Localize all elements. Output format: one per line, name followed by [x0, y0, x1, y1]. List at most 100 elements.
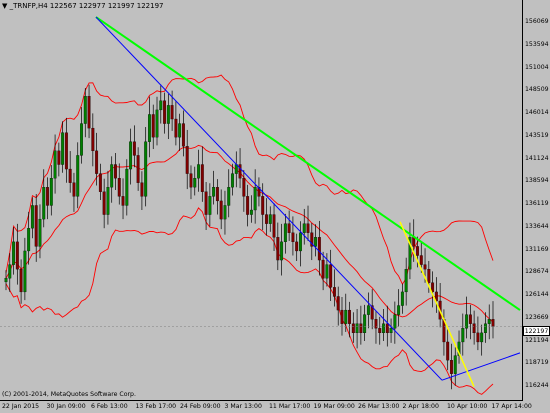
candle-body — [212, 187, 216, 197]
candle-body — [215, 187, 219, 202]
candle-body — [110, 164, 114, 188]
candle-body — [483, 323, 487, 334]
lower-band-line — [5, 207, 494, 395]
candle-body — [317, 237, 321, 261]
candle-body — [412, 237, 416, 247]
candle-body — [329, 264, 333, 288]
x-tick-label: 6 Feb 13:00 — [91, 403, 128, 410]
candle-body — [291, 232, 295, 243]
x-tick-label: 10 Apr 10:00 — [447, 403, 488, 410]
y-tick-label: 146014 — [525, 109, 549, 116]
candle-body — [223, 205, 227, 220]
candle-body — [61, 132, 65, 165]
price-chart[interactable] — [0, 0, 523, 401]
candle-body — [34, 205, 38, 247]
candle-body — [42, 187, 46, 220]
candle-body — [340, 309, 344, 324]
y-tick-label: 133644 — [525, 222, 549, 230]
candle-body — [272, 214, 276, 238]
candle-body — [200, 164, 204, 192]
candle-body — [287, 223, 291, 233]
candle-body — [416, 246, 419, 256]
candle-body — [64, 132, 68, 170]
candle-body — [27, 228, 31, 252]
candle-body — [121, 196, 125, 206]
candle-body — [378, 328, 382, 334]
candle-body — [302, 223, 306, 233]
candle-body — [68, 168, 72, 183]
y-tick-label: 116244 — [525, 382, 549, 389]
candle-body — [174, 118, 178, 138]
x-tick-label: 19 Mar 09:00 — [313, 403, 355, 410]
y-tick-label: 141124 — [525, 154, 549, 162]
candle-body — [49, 178, 53, 206]
candle-body — [178, 123, 182, 138]
y-tick-label: 128674 — [525, 268, 549, 276]
candle-body — [355, 323, 359, 334]
current-price-label: 122197 — [523, 326, 550, 336]
y-tick-label: 148509 — [525, 86, 549, 94]
x-tick-label: 22 Jan 2015 — [2, 403, 40, 410]
candle-body — [476, 332, 480, 343]
x-tick-label: 24 Feb 09:00 — [180, 403, 221, 410]
candle-body — [389, 328, 393, 334]
candle-body — [242, 178, 246, 197]
candle-body — [159, 100, 163, 111]
candle-body — [325, 264, 329, 279]
candle-body — [83, 96, 87, 124]
candle-body — [385, 323, 389, 334]
candle-body — [98, 173, 102, 192]
candle-body — [38, 218, 42, 247]
candle-body — [57, 150, 61, 165]
candle-body — [472, 323, 476, 334]
symbol-label[interactable]: ▼ _TRNFP,H4 — [2, 2, 48, 10]
x-tick-label: 30 Jan 09:00 — [46, 403, 86, 410]
candle-body — [151, 114, 155, 138]
candle-body — [129, 141, 133, 170]
chart-window: ▼ _TRNFP,H4 122567 122977 121997 122197 … — [0, 0, 550, 413]
candle-body — [366, 305, 370, 315]
candle-body — [427, 269, 431, 283]
y-tick-label: 143519 — [525, 131, 549, 139]
candle-body — [30, 205, 34, 229]
candle-body — [136, 155, 140, 183]
y-tick-label: 153594 — [525, 40, 549, 48]
x-tick-label: 3 Mar 13:00 — [224, 403, 262, 410]
candle-body — [446, 341, 450, 361]
candle-body — [23, 250, 27, 293]
candle-body — [231, 173, 234, 188]
candle-body — [336, 296, 340, 311]
candle-body — [140, 182, 144, 197]
candle-body — [238, 164, 242, 179]
y-tick-label: 131169 — [525, 245, 549, 253]
x-tick-label: 11 Mar 17:00 — [269, 403, 311, 410]
candle-body — [170, 105, 174, 120]
candle-body — [246, 196, 250, 215]
candle-body — [487, 319, 491, 324]
y-tick-label: 156069 — [525, 18, 549, 25]
plot-area[interactable]: ▼ _TRNFP,H4 122567 122977 121997 122197 … — [0, 0, 523, 401]
candle-body — [491, 319, 495, 327]
candle-body — [204, 191, 208, 215]
candle-body — [295, 241, 299, 252]
candle-body — [306, 223, 310, 233]
candle-body — [280, 241, 284, 261]
candle-body — [359, 323, 363, 334]
candle-body — [276, 237, 280, 261]
candle-body — [185, 146, 189, 174]
x-tick-label: 17 Apr 14:00 — [491, 403, 532, 410]
candle-body — [283, 223, 287, 243]
candle-body — [95, 150, 99, 174]
candle-body — [189, 173, 193, 188]
candle-body — [351, 323, 355, 334]
candle-body — [46, 187, 49, 206]
candle-body — [80, 123, 83, 156]
candle-body — [219, 200, 223, 220]
blue-trendline-2 — [441, 352, 521, 381]
candle-body — [468, 314, 472, 324]
candle-body — [227, 187, 231, 206]
candle-body — [19, 269, 23, 293]
candle-body — [208, 196, 212, 215]
candle-body — [400, 291, 404, 306]
candle-body — [249, 209, 253, 215]
